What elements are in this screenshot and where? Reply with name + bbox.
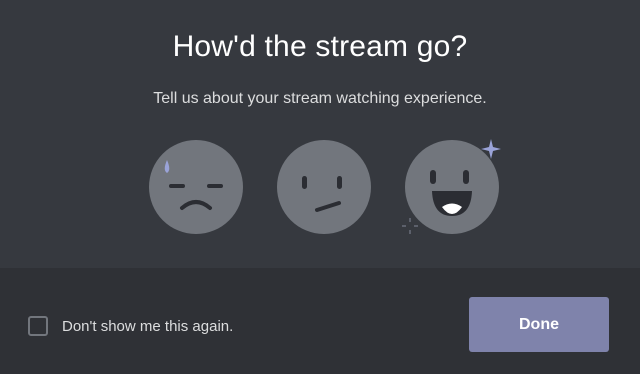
modal-title: How'd the stream go? <box>172 30 468 63</box>
dont-show-again-label: Don't show me this again. <box>62 317 234 335</box>
dont-show-again-checkbox-row[interactable]: Don't show me this again. <box>28 314 233 338</box>
done-button[interactable]: Done <box>469 297 609 352</box>
sparkle-icon <box>481 139 501 159</box>
modal-body: How'd the stream go? Tell us about your … <box>0 0 640 268</box>
stream-feedback-modal: How'd the stream go? Tell us about your … <box>0 0 640 374</box>
rating-neutral-face-button[interactable] <box>277 140 371 234</box>
confused-face-icon <box>302 176 342 212</box>
sad-face-icon <box>164 160 223 210</box>
sparkle-dots-icon <box>402 218 418 234</box>
rating-sad-face-button[interactable] <box>149 140 243 234</box>
dont-show-again-checkbox[interactable] <box>28 316 48 336</box>
modal-subtitle: Tell us about your stream watching exper… <box>153 90 487 107</box>
